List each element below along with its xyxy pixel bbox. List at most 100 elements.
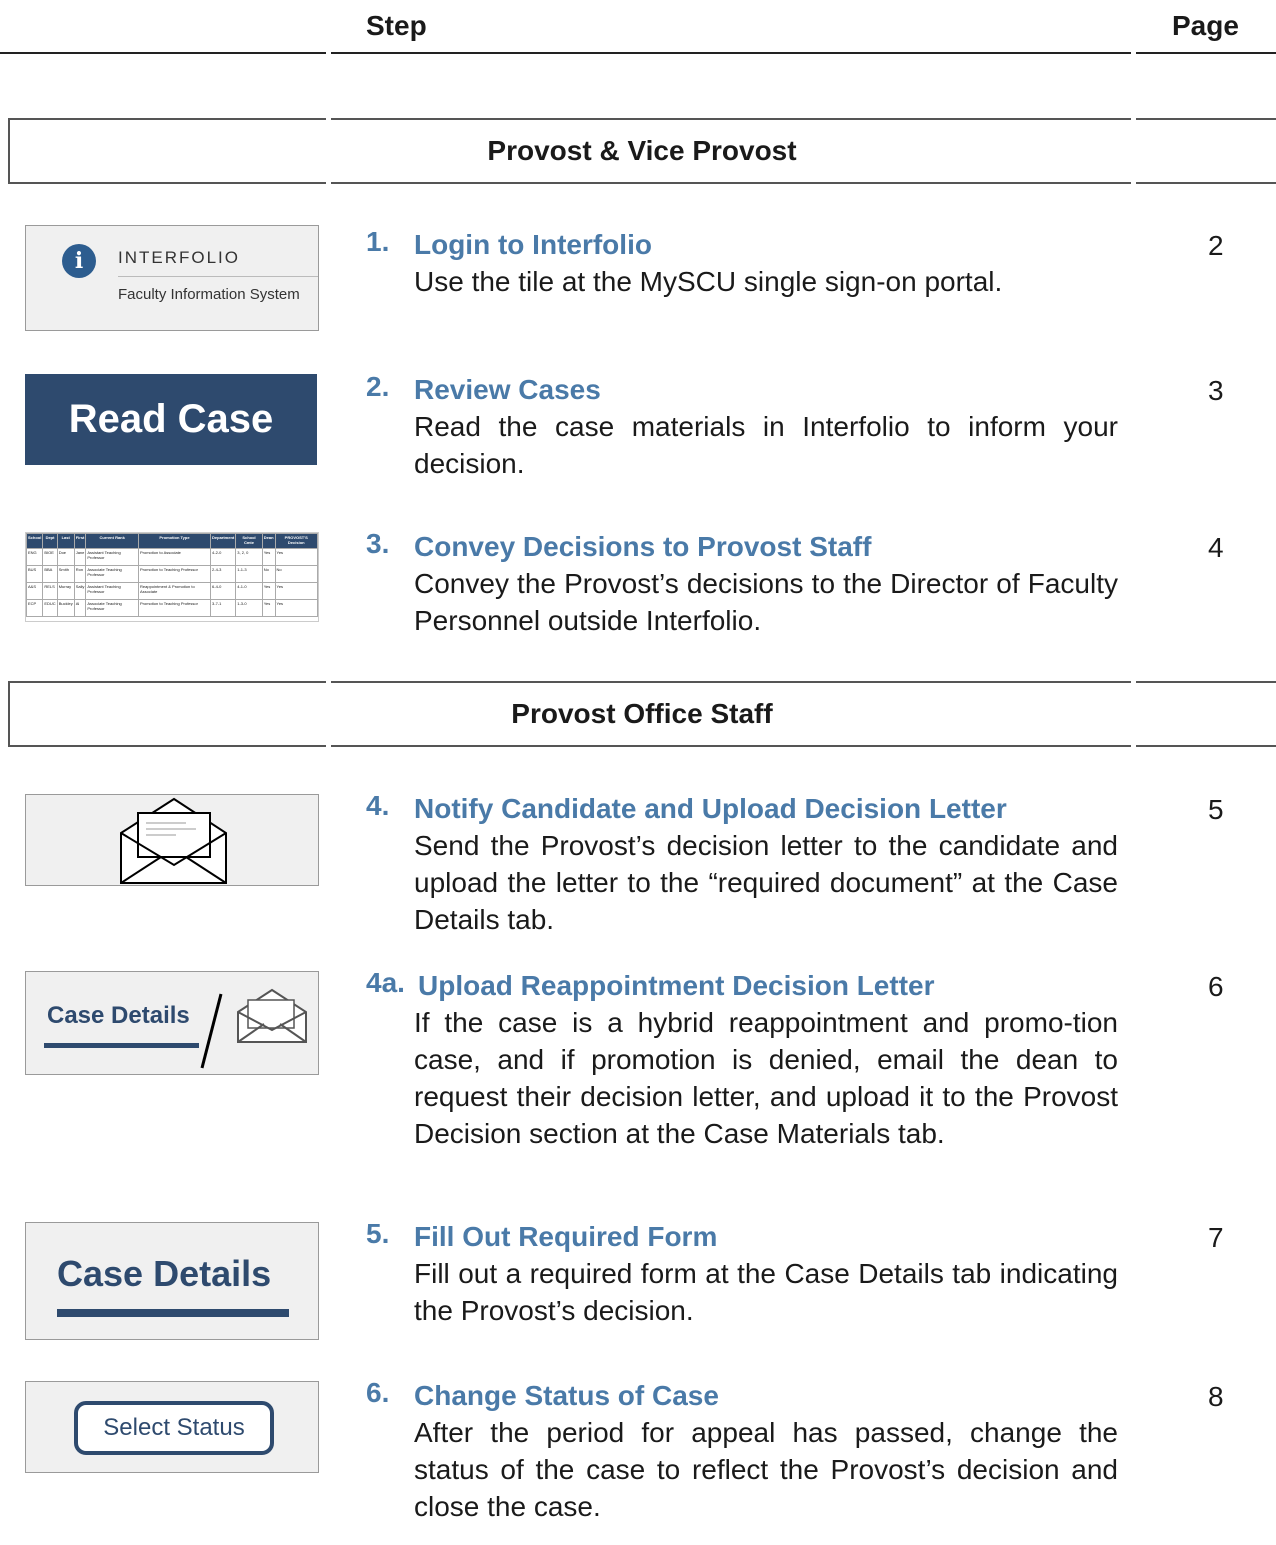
table-cell: 1-1-3: [235, 565, 263, 583]
step-number: 3.: [366, 528, 390, 559]
step-description: Fill out a required form at the Case Det…: [414, 1258, 1118, 1326]
table-cell: Murray: [56, 582, 75, 600]
envelope-thumbnail: [25, 794, 319, 886]
table-cell: Sally: [73, 582, 87, 600]
table-cell: Yes: [261, 599, 276, 617]
table-cell: Al: [73, 599, 87, 617]
table-header-cell: School Cmte: [235, 533, 263, 549]
step-title: Fill Out Required Form: [414, 1221, 718, 1252]
step-description: Use the tile at the MySCU single sign-on…: [414, 266, 1003, 297]
table-cell: No: [274, 565, 318, 583]
section-provost: Provost & Vice Provost: [8, 118, 1276, 184]
table-cell: A&S: [26, 582, 44, 600]
table-cell: Jane: [73, 548, 87, 566]
step-number: 6.: [366, 1377, 390, 1408]
column-header-page: Page: [1172, 10, 1239, 41]
table-cell: Reappointment & Promotion to Associate: [137, 582, 212, 600]
table-cell: 6-4-0: [210, 582, 237, 600]
step-description: Send the Provost’s decision letter to th…: [414, 830, 1118, 935]
select-status-box: Select Status: [25, 1381, 319, 1473]
active-tab-underline: [57, 1309, 289, 1317]
step-4: 4. Notify Candidate and Upload Decision …: [366, 790, 1118, 938]
table-cell: Assistant Teaching Professor: [85, 548, 139, 566]
table-cell: Doe: [56, 548, 75, 566]
table-cell: BUS: [26, 565, 44, 583]
page-number: 8: [1208, 1381, 1224, 1412]
step-4a: 4a. Upload Reappointment Decision Letter…: [366, 967, 1118, 1152]
table-row: A&S RELS Murray Sally Assistant Teaching Pro…: [26, 582, 318, 600]
step-1: 1. Login to Interfolio Use the tile at t…: [366, 226, 1118, 300]
select-status-button-image: Select Status: [74, 1401, 274, 1455]
table-cell: Promotion to Teaching Professor: [137, 599, 212, 617]
step-3: 3. Convey Decisions to Provost Staff Con…: [366, 528, 1118, 639]
table-cell: EDUC: [42, 599, 58, 617]
table-cell: Yes: [274, 548, 318, 566]
table-header-cell: PROVOST'S Decision: [274, 533, 318, 549]
table-header-cell: School: [26, 533, 44, 549]
table-cell: Promotion to Associate: [137, 548, 212, 566]
page-number: 7: [1208, 1222, 1224, 1253]
section-provost-office-staff: Provost Office Staff: [8, 681, 1276, 747]
case-details-tab-label: Case Details: [57, 1253, 272, 1294]
step-6: 6. Change Status of Case After the perio…: [366, 1377, 1118, 1525]
table-cell: ENG: [26, 548, 44, 566]
slash-divider: [200, 988, 307, 1069]
interfolio-tile: i INTERFOLIO Faculty Information System: [25, 225, 319, 331]
table-cell: No: [261, 565, 276, 583]
case-details-envelope-thumbnail: Case Details: [25, 971, 319, 1075]
step-title: Convey Decisions to Provost Staff: [414, 531, 872, 562]
table-cell: 1-3-0: [235, 599, 263, 617]
table-cell: Buckley: [56, 599, 75, 617]
table-cell: RELS: [42, 582, 58, 600]
table-cell: Smith: [56, 565, 75, 583]
divider: [118, 276, 318, 277]
table-row: BUS BBA Smith Ron Associate Teaching Profess…: [26, 565, 318, 583]
step-title: Login to Interfolio: [414, 229, 652, 260]
table-cell: Associate Teaching Professor: [85, 599, 139, 617]
decision-table: School Dept Last First Current Rank Prom…: [26, 533, 318, 621]
table-cell: 4-2-0: [210, 548, 237, 566]
step-number: 4a.: [366, 967, 405, 998]
table-header-cell: Department: [210, 533, 237, 549]
table-cell: ECP: [26, 599, 44, 617]
column-header-step: Step: [366, 10, 427, 41]
decision-table-thumbnail: School Dept Last First Current Rank Prom…: [25, 532, 319, 622]
step-title: Notify Candidate and Upload Decision Let…: [414, 793, 1007, 824]
table-cell: 4-1-0: [235, 582, 263, 600]
step-title: Upload Reappointment Decision Letter: [418, 970, 935, 1001]
step-2: 2. Review Cases Read the case materials …: [366, 371, 1118, 482]
page-number: 4: [1208, 532, 1224, 563]
step-description: After the period for appeal has passed, …: [414, 1417, 1118, 1522]
case-details-thumbnail: Case Details: [25, 1222, 319, 1340]
table-cell: Yes: [274, 599, 318, 617]
table-cell: Yes: [274, 582, 318, 600]
table-cell: Yes: [261, 582, 276, 600]
page-number: 5: [1208, 794, 1224, 825]
header-rule-3: [1136, 52, 1276, 54]
step-description: Convey the Provost’s decisions to the Di…: [414, 568, 1118, 636]
header-rule-2: [331, 52, 1131, 54]
table-header-row: School Dept Last First Current Rank Prom…: [26, 533, 318, 549]
table-cell: BIOE: [42, 548, 58, 566]
table-header-cell: Current Rank: [85, 533, 139, 549]
table-cell: Associate Teaching Professor: [85, 565, 139, 583]
step-description: If the case is a hybrid reappointment an…: [414, 1007, 1118, 1149]
page-number: 3: [1208, 375, 1224, 406]
table-cell: BBA: [42, 565, 58, 583]
table-header-cell: Dept: [42, 533, 58, 549]
step-number: 2.: [366, 371, 390, 402]
read-case-button-image: Read Case: [25, 374, 317, 465]
table-cell: 2-4-3: [210, 565, 237, 583]
table-header-cell: Promotion Type: [137, 533, 212, 549]
header-rule-1: [0, 52, 326, 54]
table-header-cell: Last: [56, 533, 75, 549]
interfolio-subtitle: Faculty Information System: [118, 286, 300, 303]
section-title: Provost & Vice Provost: [487, 135, 797, 166]
info-icon: i: [62, 244, 96, 278]
table-cell: Assistant Teaching Professor: [85, 582, 139, 600]
table-cell: Ron: [73, 565, 87, 583]
page-number: 6: [1208, 971, 1224, 1002]
step-title: Change Status of Case: [414, 1380, 719, 1411]
table-header-cell: First: [73, 533, 87, 549]
table-cell: Yes: [261, 548, 276, 566]
